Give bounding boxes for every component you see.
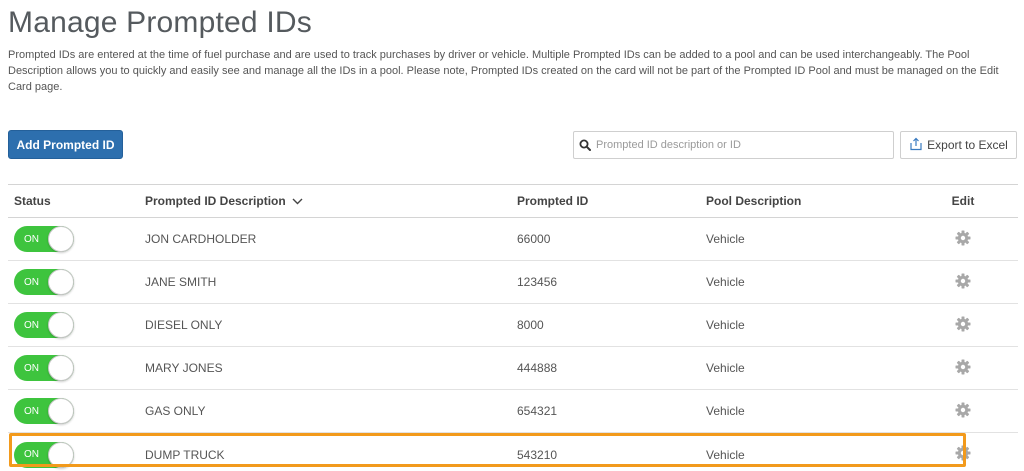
page-title: Manage Prompted IDs (8, 6, 312, 39)
toggle-knob (48, 312, 74, 338)
edit-cell (928, 359, 998, 378)
pool-description-cell: Vehicle (706, 447, 745, 462)
toggle-knob (48, 226, 74, 252)
edit-cell (928, 402, 998, 421)
status-toggle[interactable]: ON (14, 441, 74, 468)
status-cell: ON (8, 312, 145, 338)
pool-description-cell: Vehicle (706, 275, 745, 289)
search-box (573, 131, 894, 159)
prompted-id-cell: 444888 (517, 361, 558, 375)
description-cell: JON CARDHOLDER (145, 232, 257, 246)
export-icon (909, 137, 923, 154)
header-description[interactable]: Prompted ID Description (145, 194, 517, 209)
header-pool-description: Pool Description (706, 194, 802, 208)
description-cell: DUMP TRUCK (145, 447, 225, 462)
description-cell: MARY JONES (145, 361, 223, 375)
pool-description-cell: Vehicle (706, 361, 745, 375)
prompted-ids-table: Status Prompted ID Description Prompted … (8, 184, 1018, 471)
pool-description-cell: Vehicle (706, 318, 745, 332)
toggle-label: ON (24, 233, 39, 245)
table-header: Status Prompted ID Description Prompted … (8, 185, 1018, 218)
status-cell: ON (8, 355, 145, 381)
pool-description-cell: Vehicle (706, 404, 745, 418)
header-edit: Edit (951, 194, 975, 208)
status-cell: ON (8, 441, 145, 468)
description-cell: GAS ONLY (145, 404, 206, 418)
table-row: ON DIESEL ONLY 8000 Vehicle (8, 304, 1018, 347)
gear-icon[interactable] (955, 316, 971, 335)
toggle-label: ON (24, 276, 39, 288)
table-row: ON JON CARDHOLDER 66000 Vehicle (8, 218, 1018, 261)
status-cell: ON (8, 398, 145, 424)
edit-cell (928, 273, 998, 292)
prompted-id-cell: 8000 (517, 318, 544, 332)
gear-icon[interactable] (955, 273, 971, 292)
edit-cell (928, 316, 998, 335)
status-toggle[interactable]: ON (14, 312, 74, 338)
toggle-label: ON (24, 449, 39, 460)
toggle-label: ON (24, 319, 39, 331)
header-description-label: Prompted ID Description (145, 193, 286, 208)
search-icon (574, 132, 596, 158)
search-input[interactable] (596, 133, 886, 157)
table-row: ON GAS ONLY 654321 Vehicle (8, 390, 1018, 433)
status-toggle[interactable]: ON (14, 226, 74, 252)
status-toggle[interactable]: ON (14, 269, 74, 295)
description-cell: JANE SMITH (145, 275, 217, 289)
edit-cell (928, 230, 998, 249)
pool-description-cell: Vehicle (706, 232, 745, 246)
table-row: ON JANE SMITH 123456 Vehicle (8, 261, 1018, 304)
status-cell: ON (8, 269, 145, 295)
toggle-label: ON (24, 405, 39, 417)
toggle-knob (48, 398, 74, 424)
page-description: Prompted IDs are entered at the time of … (8, 49, 999, 93)
table-row: ON MARY JONES 444888 Vehicle (8, 347, 1018, 390)
gear-icon[interactable] (955, 230, 971, 249)
edit-cell (928, 445, 998, 464)
status-toggle[interactable]: ON (14, 398, 74, 424)
prompted-id-cell: 543210 (517, 447, 558, 462)
export-to-excel-button[interactable]: Export to Excel (900, 131, 1017, 159)
toggle-label: ON (24, 362, 39, 374)
toggle-knob (48, 355, 74, 381)
gear-icon[interactable] (955, 359, 971, 378)
prompted-id-cell: 123456 (517, 275, 558, 289)
prompted-id-cell: 66000 (517, 232, 551, 246)
header-status: Status (14, 194, 51, 208)
gear-icon[interactable] (955, 402, 971, 421)
gear-icon[interactable] (955, 445, 971, 464)
chevron-down-icon (292, 194, 303, 208)
status-toggle[interactable]: ON (14, 355, 74, 381)
status-cell: ON (8, 226, 145, 252)
export-label: Export to Excel (927, 138, 1008, 152)
prompted-id-cell: 654321 (517, 404, 558, 418)
table-row: ON DUMP TRUCK 543210 Vehicle (8, 433, 1018, 471)
toggle-knob (48, 441, 74, 468)
description-cell: DIESEL ONLY (145, 318, 223, 332)
toggle-knob (48, 269, 74, 295)
header-prompted-id: Prompted ID (517, 194, 589, 208)
add-prompted-id-button[interactable]: Add Prompted ID (8, 130, 123, 159)
